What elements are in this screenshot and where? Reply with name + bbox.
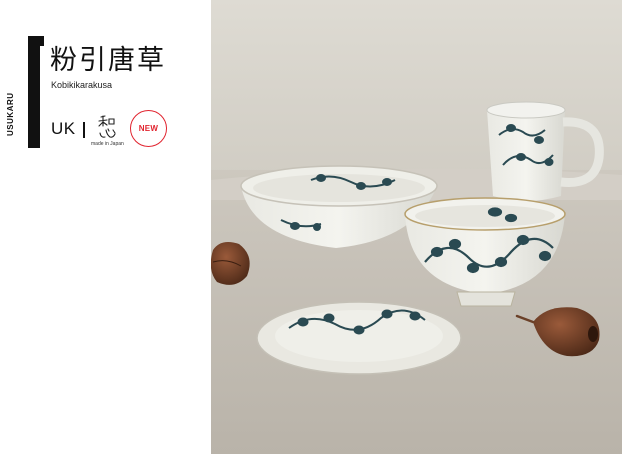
- new-badge: NEW: [130, 110, 167, 147]
- product-photo: [211, 0, 622, 454]
- product-title: 粉引唐草: [50, 45, 166, 76]
- divider: [83, 122, 85, 138]
- product-info-panel: USUKARU 粉引唐草 Kobikikarakusa UK made in J…: [0, 0, 211, 467]
- tableware-photo-icon: [211, 0, 622, 454]
- product-subtitle: Kobikikarakusa: [51, 80, 113, 90]
- series-code: USUKARU: [6, 92, 15, 137]
- made-in-label: made in Japan: [91, 141, 124, 147]
- new-badge-label: NEW: [138, 124, 159, 133]
- country-code: UK: [51, 119, 76, 138]
- series-bar: [28, 36, 44, 148]
- catalog-page: USUKARU 粉引唐草 Kobikikarakusa UK made in J…: [0, 0, 629, 467]
